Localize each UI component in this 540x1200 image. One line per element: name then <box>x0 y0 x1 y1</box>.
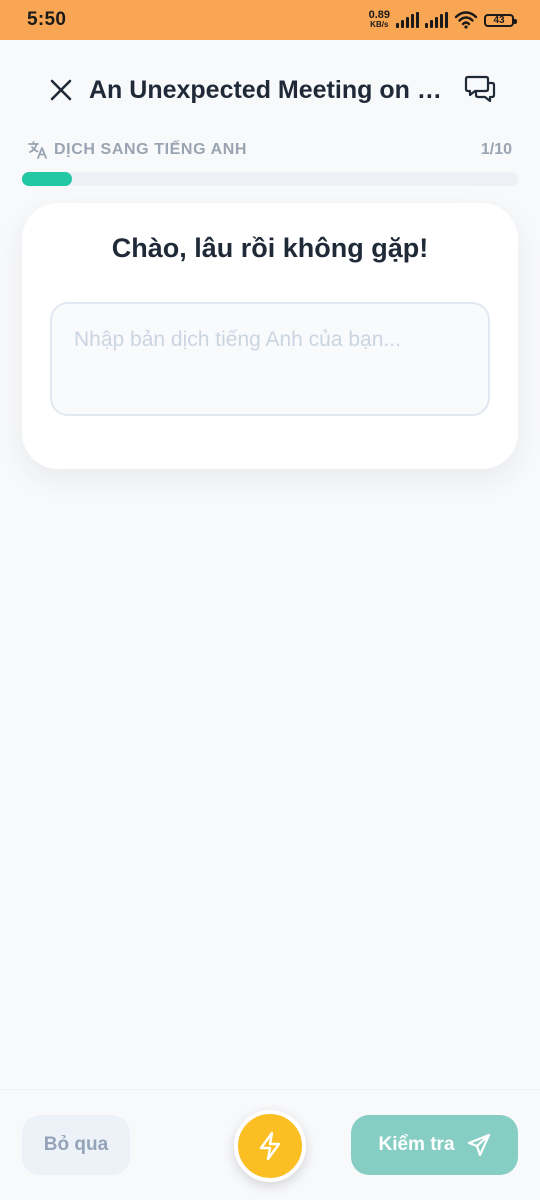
bottom-divider <box>0 1089 540 1090</box>
status-icons: 0.89 KB/s 43 <box>368 9 517 30</box>
battery-level: 43 <box>493 14 505 26</box>
chat-bubbles-icon <box>464 75 496 103</box>
status-bar: 5:50 0.89 KB/s 43 <box>0 0 540 40</box>
source-sentence: Chào, lâu rồi không gặp! <box>111 233 429 263</box>
chat-button[interactable] <box>462 74 498 106</box>
network-speed: 0.89 KB/s <box>368 9 390 30</box>
lesson-header: An Unexpected Meeting on t... <box>0 60 540 120</box>
task-row: DỊCH SANG TIẾNG ANH 1/10 <box>28 138 512 162</box>
send-icon <box>467 1133 490 1157</box>
network-speed-value: 0.89 <box>368 9 390 21</box>
check-label: Kiểm tra <box>378 1134 455 1155</box>
wifi-icon <box>454 11 478 29</box>
status-time: 5:50 <box>27 9 67 30</box>
skip-label: Bỏ qua <box>43 1134 109 1155</box>
question-counter: 1/10 <box>480 141 512 158</box>
lightning-icon <box>259 1131 281 1161</box>
close-icon <box>50 79 72 101</box>
lesson-title: An Unexpected Meeting on t... <box>89 76 444 104</box>
signal-icon-2 <box>425 12 448 28</box>
battery-icon: 43 <box>484 13 517 27</box>
check-button[interactable]: Kiểm tra <box>351 1115 518 1175</box>
progress-fill <box>22 172 72 186</box>
task-label: DỊCH SANG TIẾNG ANH <box>54 141 248 158</box>
translate-icon <box>28 141 47 159</box>
skip-button[interactable]: Bỏ qua <box>22 1115 130 1175</box>
close-button[interactable] <box>45 74 77 106</box>
hint-bolt-button[interactable] <box>234 1110 306 1182</box>
translation-input[interactable] <box>50 302 490 416</box>
network-speed-unit: KB/s <box>370 20 389 29</box>
signal-icon <box>396 12 419 28</box>
progress-bar <box>22 172 518 186</box>
task-type: DỊCH SANG TIẾNG ANH <box>28 141 247 159</box>
question-card: Chào, lâu rồi không gặp! <box>22 203 518 469</box>
